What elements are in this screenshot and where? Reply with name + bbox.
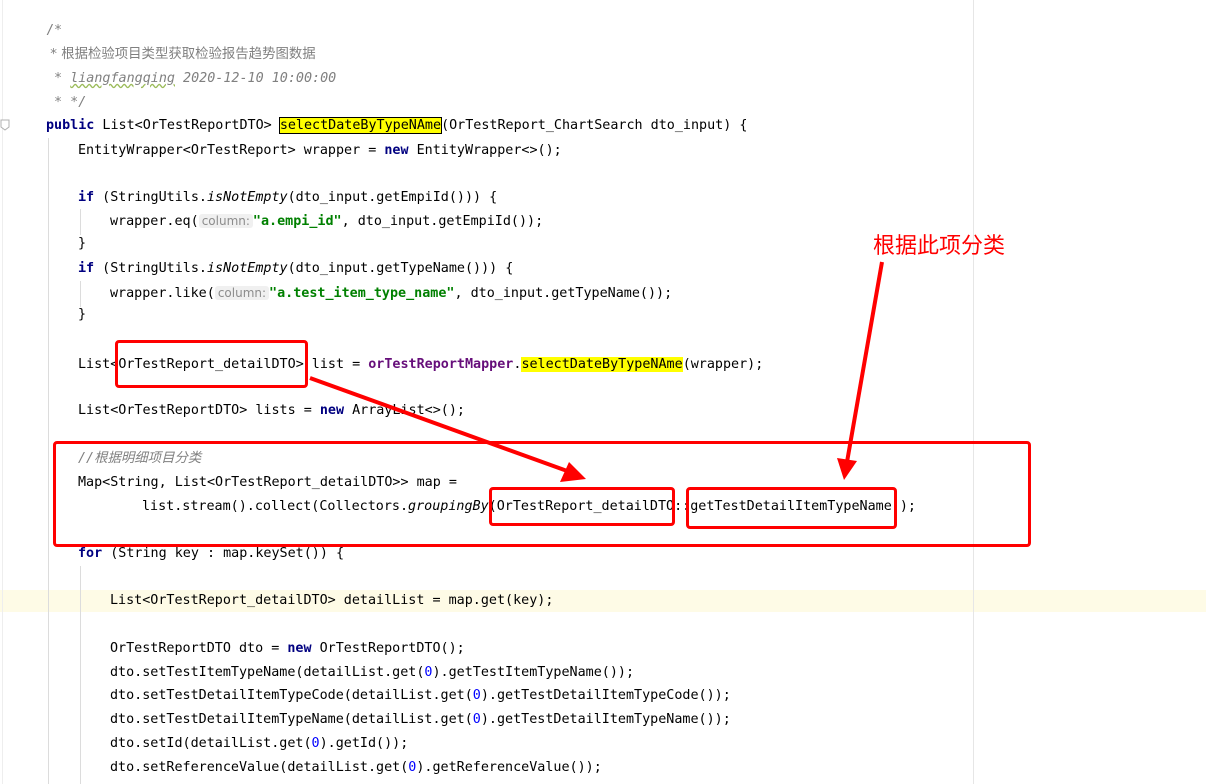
- annotation-arrows: [309, 261, 884, 482]
- arrow-head-1: [560, 462, 586, 482]
- annotation-label: 根据此项分类: [873, 234, 1006, 259]
- code-editor[interactable]: /* * 根据检验项目类型获取检验报告趋势图数据 * liangfangqing…: [0, 0, 1206, 784]
- arrow-line-2: [845, 261, 884, 463]
- arrow-head-2: [837, 458, 857, 480]
- arrow-line-1: [309, 376, 571, 474]
